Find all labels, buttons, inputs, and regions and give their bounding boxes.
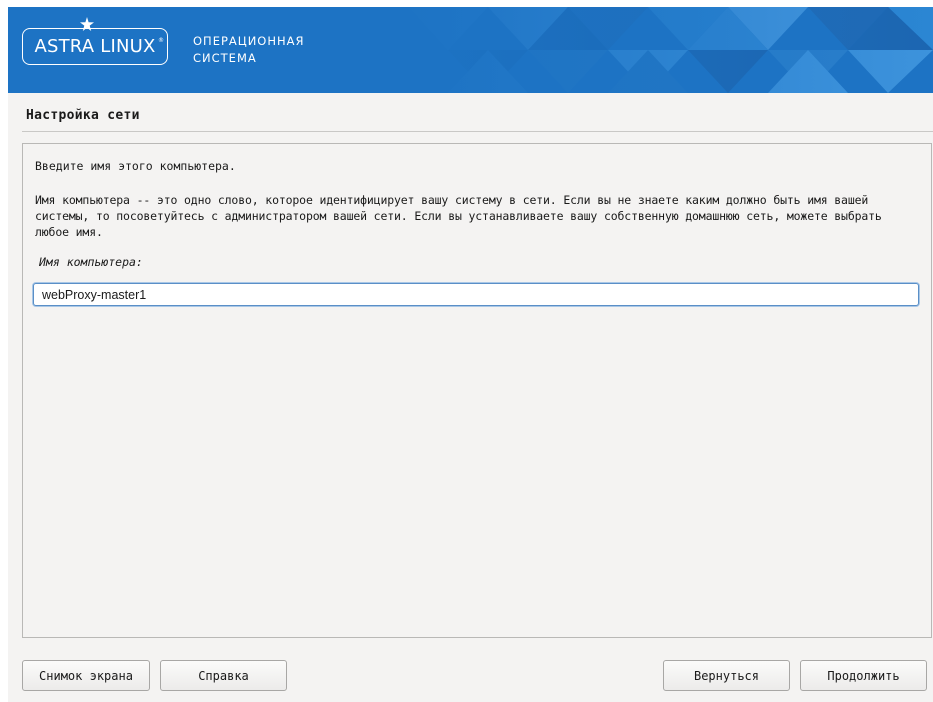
continue-button[interactable]: Продолжить [800,660,927,691]
screenshot-button[interactable]: Снимок экрана [22,660,150,691]
header-banner: ASTRA LINUX ® ОПЕРАЦИОННАЯ СИСТЕМА [8,7,933,93]
tagline: ОПЕРАЦИОННАЯ СИСТЕМА [193,33,305,67]
page-title: Настройка сети [26,108,140,123]
help-button[interactable]: Справка [160,660,287,691]
star-icon [80,17,94,31]
tagline-line-1: ОПЕРАЦИОННАЯ [193,34,305,48]
tagline-line-2: СИСТЕМА [193,51,257,65]
back-button[interactable]: Вернуться [663,660,790,691]
hostname-input[interactable] [33,283,919,306]
registered-mark: ® [158,37,164,44]
content-panel: Введите имя этого компьютера. Имя компью… [22,143,932,638]
logo-text: ASTRA LINUX [34,36,156,57]
title-divider [22,131,933,132]
description-text: Имя компьютера -- это одно слово, которо… [35,193,882,239]
astra-linux-logo: ASTRA LINUX [22,28,168,65]
prompt-text: Введите имя этого компьютера. [35,159,236,173]
installer-window: ASTRA LINUX ® ОПЕРАЦИОННАЯ СИСТЕМА Настр… [8,7,933,702]
hostname-label: Имя компьютера: [39,255,143,269]
